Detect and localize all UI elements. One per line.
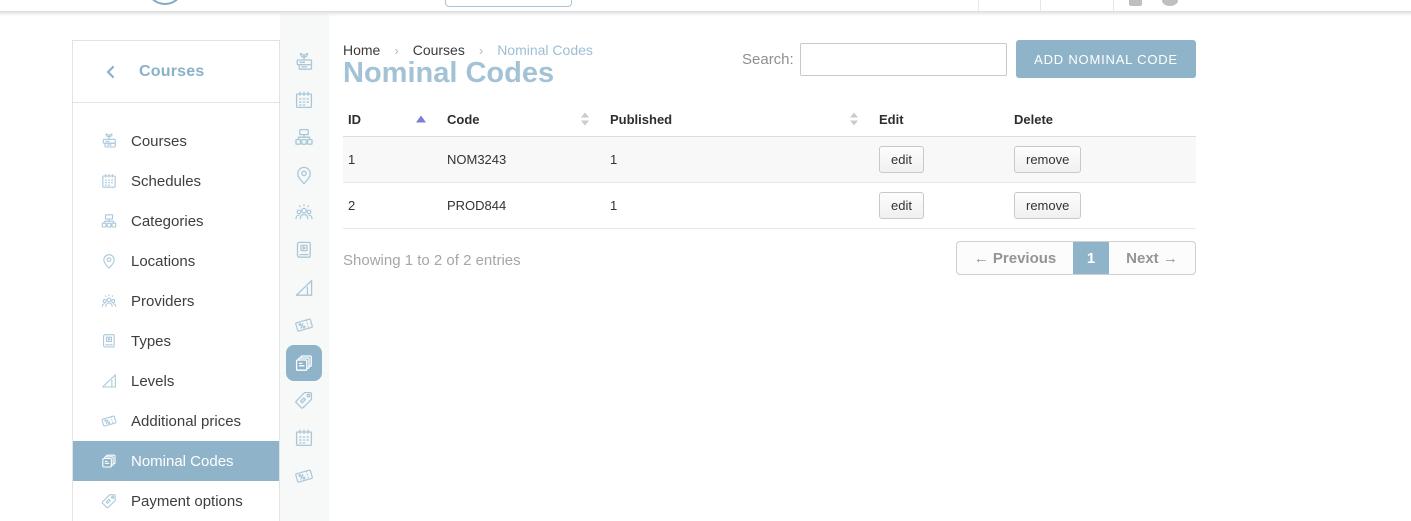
sidebar-collapse-button[interactable]: Courses [73,41,279,103]
table-row: 2 PROD844 1 edit remove [343,182,1196,228]
sort-both-icon [850,113,858,126]
sidebar-item-additional-prices[interactable]: Additional prices [73,401,279,441]
header-divider [1113,0,1114,11]
rail-item-schedules[interactable] [286,82,322,118]
remove-button[interactable]: remove [1014,192,1081,219]
sidebar: Courses Courses Schedules Categories Loc… [72,40,280,521]
rail-item-courses[interactable] [286,44,322,80]
cell-code: NOM3243 [442,136,605,182]
add-nominal-code-button[interactable]: ADD NOMINAL CODE [1016,40,1196,78]
levels-icon [292,276,316,300]
header-action-icon[interactable] [1129,0,1142,6]
header-action-icon[interactable] [1162,0,1178,6]
additional-prices-icon [292,313,316,337]
types-icon [292,238,316,262]
column-header-code[interactable]: Code [442,103,605,136]
types-icon [99,331,119,351]
header-divider [1040,0,1041,11]
rail-item-levels[interactable] [286,270,322,306]
cell-code: PROD844 [442,182,605,228]
sidebar-item-locations[interactable]: Locations [73,241,279,281]
sort-ascending-icon [416,116,426,123]
search-label: Search: [742,51,794,68]
calendar-icon [292,426,316,450]
breadcrumb-separator: › [394,43,398,58]
courses-icon [292,50,316,74]
pagination-previous-button[interactable]: ← Previous [957,242,1073,274]
schedules-icon [292,88,316,112]
column-header-published[interactable]: Published [605,103,874,136]
rail-item-types[interactable] [286,232,322,268]
chevron-left-icon [103,64,119,80]
sidebar-nav: Courses Schedules Categories Locations P… [73,103,279,521]
nominal-codes-icon [292,351,316,375]
cell-id: 2 [343,182,442,228]
rail-item-providers[interactable] [286,194,322,230]
locations-icon [99,251,119,271]
column-header-delete: Delete [1009,103,1196,136]
edit-button[interactable]: edit [879,146,924,173]
main-content: Home › Courses › Nominal Codes Nominal C… [343,0,1196,521]
sidebar-item-schedules[interactable]: Schedules [73,161,279,201]
sidebar-title: Courses [139,63,204,81]
breadcrumb-courses[interactable]: Courses [413,42,465,58]
app-logo-icon[interactable] [146,0,184,5]
breadcrumb: Home › Courses › Nominal Codes [343,42,593,58]
sort-both-icon [581,113,589,126]
breadcrumb-home[interactable]: Home [343,42,380,58]
rail-item-categories[interactable] [286,119,322,155]
rail-item-payment-options[interactable] [286,382,322,418]
payment-options-icon [292,388,316,412]
header-divider [978,0,979,11]
rail-item-ticket[interactable] [286,458,322,494]
locations-icon [292,163,316,187]
levels-icon [99,371,119,391]
pagination-next-button[interactable]: Next → [1109,242,1195,274]
payment-options-icon [99,491,119,511]
sidebar-item-levels[interactable]: Levels [73,361,279,401]
sidebar-item-nominal-codes[interactable]: Nominal Codes [73,441,279,481]
app-header-partial [0,0,1411,11]
page-title: Nominal Codes [343,57,554,90]
breadcrumb-nominal-codes: Nominal Codes [497,42,593,58]
header-search-input[interactable] [445,0,572,7]
breadcrumb-separator: › [479,43,483,58]
sidebar-item-types[interactable]: Types [73,321,279,361]
additional-prices-icon [99,411,119,431]
providers-icon [292,200,316,224]
table-search: Search: [742,43,1007,76]
column-header-edit: Edit [874,103,1009,136]
pagination: ← Previous 1 Next → [956,241,1196,275]
rail-item-nominal-codes[interactable] [286,345,322,381]
ticket-icon [292,464,316,488]
nominal-codes-icon [99,451,119,471]
rail-item-calendar[interactable] [286,420,322,456]
courses-icon [99,131,119,151]
categories-icon [99,211,119,231]
table-info: Showing 1 to 2 of 2 entries [343,252,521,269]
search-input[interactable] [800,43,1007,76]
cell-published: 1 [605,182,874,228]
sidebar-item-payment-options[interactable]: Payment options [73,481,279,521]
schedules-icon [99,171,119,191]
sidebar-item-categories[interactable]: Categories [73,201,279,241]
categories-icon [292,125,316,149]
rail-item-locations[interactable] [286,157,322,193]
remove-button[interactable]: remove [1014,146,1081,173]
nominal-codes-table: ID Code Published Edit Delete [343,103,1196,229]
table-header-row: ID Code Published Edit Delete [343,103,1196,136]
table-row: 1 NOM3243 1 edit remove [343,136,1196,182]
column-header-id[interactable]: ID [343,103,442,136]
edit-button[interactable]: edit [879,192,924,219]
icon-rail [280,14,329,521]
providers-icon [99,291,119,311]
header-shadow [0,11,1411,16]
cell-published: 1 [605,136,874,182]
sidebar-item-providers[interactable]: Providers [73,281,279,321]
cell-id: 1 [343,136,442,182]
sidebar-item-courses[interactable]: Courses [73,121,279,161]
rail-item-additional-prices[interactable] [286,307,322,343]
pagination-page-1-button[interactable]: 1 [1073,242,1109,274]
